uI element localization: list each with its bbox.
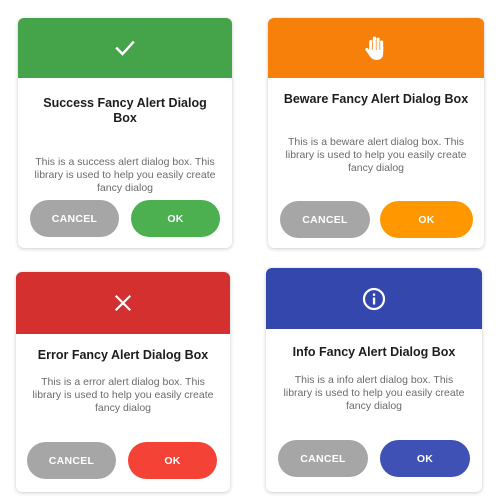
cancel-button[interactable]: CANCEL xyxy=(27,442,116,479)
close-icon xyxy=(113,293,133,313)
check-icon xyxy=(113,36,137,60)
error-dialog: Error Fancy Alert Dialog Box This is a e… xyxy=(16,272,230,492)
cancel-button[interactable]: CANCEL xyxy=(280,201,370,238)
ok-button[interactable]: OK xyxy=(131,200,220,237)
dialog-message: This is a info alert dialog box. This li… xyxy=(283,374,465,412)
info-dialog: Info Fancy Alert Dialog Box This is a in… xyxy=(266,268,482,492)
ok-button[interactable]: OK xyxy=(380,440,470,477)
hand-icon xyxy=(363,34,389,62)
success-dialog: Success Fancy Alert Dialog Box This is a… xyxy=(18,18,232,248)
dialog-message: This is a beware alert dialog box. This … xyxy=(285,136,467,174)
dialog-message: This is a success alert dialog box. This… xyxy=(34,156,216,194)
dialog-title: Error Fancy Alert Dialog Box xyxy=(37,348,209,362)
ok-button[interactable]: OK xyxy=(128,442,217,479)
dialog-title: Info Fancy Alert Dialog Box xyxy=(292,345,456,359)
dialog-message: This is a error alert dialog box. This l… xyxy=(32,376,214,414)
cancel-button[interactable]: CANCEL xyxy=(278,440,368,477)
error-header xyxy=(16,272,230,334)
info-icon xyxy=(362,287,386,311)
dialog-title: Beware Fancy Alert Dialog Box xyxy=(283,92,469,106)
cancel-button[interactable]: CANCEL xyxy=(30,200,119,237)
info-header xyxy=(266,268,482,329)
dialog-title: Success Fancy Alert Dialog Box xyxy=(43,96,207,125)
ok-button[interactable]: OK xyxy=(380,201,473,238)
beware-header xyxy=(268,18,484,78)
success-header xyxy=(18,18,232,78)
beware-dialog: Beware Fancy Alert Dialog Box This is a … xyxy=(268,18,484,248)
